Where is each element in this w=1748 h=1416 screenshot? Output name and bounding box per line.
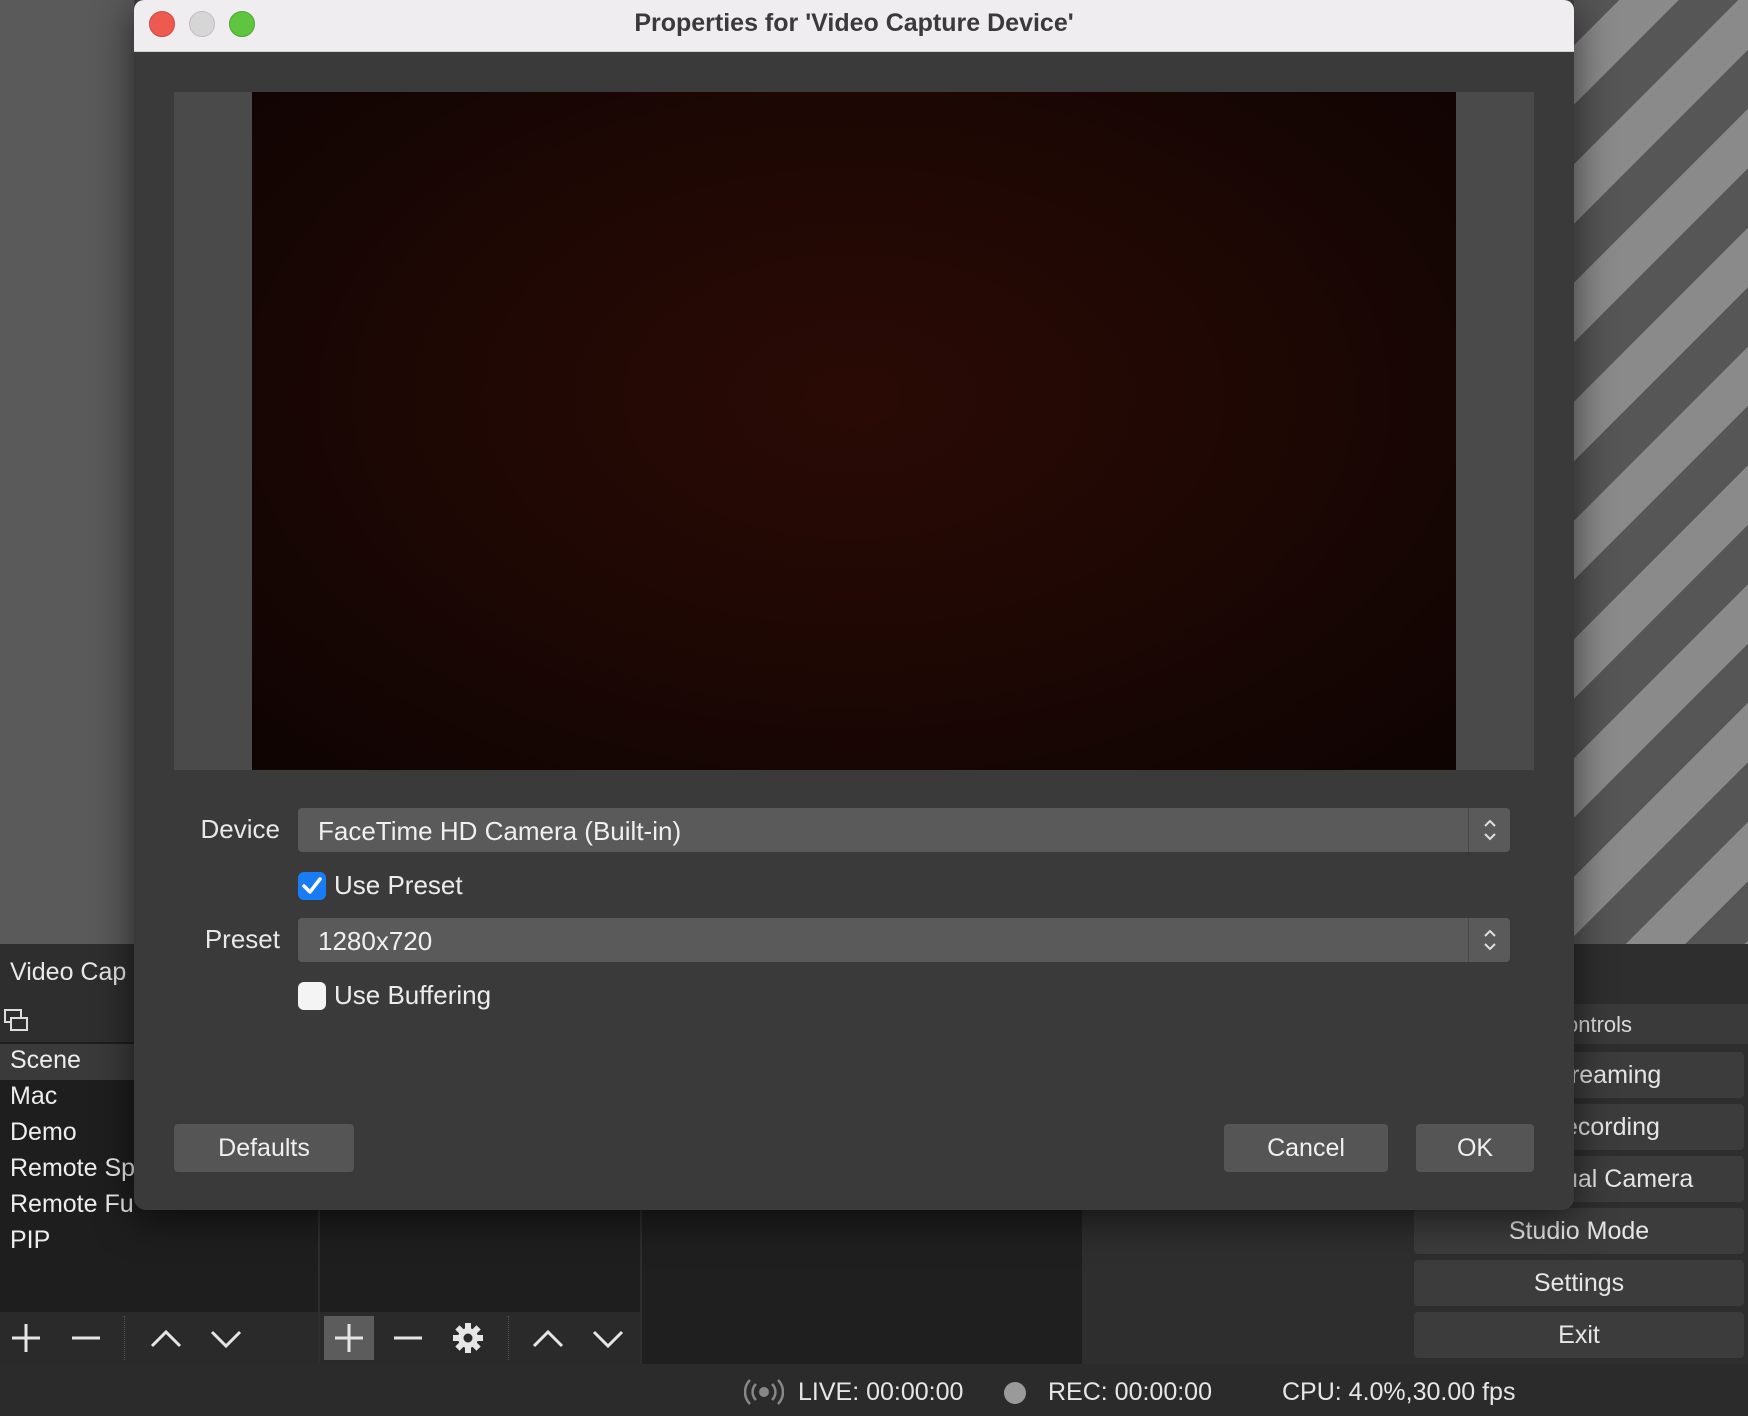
scene-item[interactable]: PIP (10, 1226, 50, 1255)
scene-item[interactable]: Demo (10, 1118, 77, 1147)
use-preset-label[interactable]: Use Preset (334, 870, 463, 901)
source-down-button[interactable] (584, 1316, 632, 1360)
rec-timer: REC: 00:00:00 (1048, 1378, 1212, 1406)
record-dot-icon (1004, 1382, 1026, 1404)
chevron-down-icon (210, 1330, 242, 1349)
minus-icon (72, 1336, 100, 1340)
studio-mode-button[interactable]: Studio Mode (1414, 1208, 1744, 1254)
remove-source-button[interactable] (384, 1316, 432, 1360)
add-scene-button[interactable] (2, 1316, 50, 1360)
source-up-button[interactable] (524, 1316, 572, 1360)
chevron-up-icon (532, 1329, 564, 1348)
source-properties-button[interactable] (444, 1316, 492, 1360)
minus-icon (394, 1336, 422, 1340)
preview-stripes (1560, 0, 1748, 944)
toolbar-separator (508, 1316, 509, 1360)
plus-icon (335, 1324, 363, 1352)
scene-up-button[interactable] (142, 1316, 190, 1360)
preset-select[interactable]: 1280x720 (298, 918, 1510, 962)
device-label: Device (200, 814, 280, 844)
cpu-stats: CPU: 4.0%,30.00 fps (1282, 1378, 1516, 1406)
scene-item[interactable]: Remote Fu (10, 1190, 134, 1219)
scene-down-button[interactable] (202, 1316, 250, 1360)
camera-preview (252, 92, 1456, 770)
chevron-up-icon (150, 1329, 182, 1348)
remove-scene-button[interactable] (62, 1316, 110, 1360)
preset-label: Preset (204, 924, 280, 954)
exit-button[interactable]: Exit (1414, 1312, 1744, 1358)
defaults-button[interactable]: Defaults (174, 1124, 354, 1172)
add-source-button[interactable] (324, 1316, 374, 1360)
chevron-down-icon (592, 1330, 624, 1349)
undock-icon[interactable] (4, 1008, 30, 1034)
gear-icon (453, 1323, 483, 1353)
cancel-button[interactable]: Cancel (1224, 1124, 1388, 1172)
source-title: Video Cap (10, 958, 127, 986)
use-buffering-label[interactable]: Use Buffering (334, 980, 491, 1011)
controls-title: ontrols (1566, 1012, 1633, 1037)
updown-chevron-icon (1468, 808, 1510, 852)
use-buffering-checkbox[interactable] (298, 982, 326, 1010)
device-value: FaceTime HD Camera (Built-in) (318, 816, 682, 846)
toolbar-separator (124, 1316, 125, 1360)
use-preset-checkbox[interactable] (298, 872, 326, 900)
preset-value: 1280x720 (318, 926, 433, 956)
scene-item[interactable]: Remote Sp (10, 1154, 135, 1183)
settings-button[interactable]: Settings (1414, 1260, 1744, 1306)
scene-item[interactable]: Mac (10, 1082, 57, 1111)
device-select[interactable]: FaceTime HD Camera (Built-in) (298, 808, 1510, 852)
live-broadcast-icon (743, 1378, 785, 1411)
scene-item[interactable]: Scene (10, 1046, 81, 1075)
ok-button[interactable]: OK (1416, 1124, 1534, 1172)
live-timer: LIVE: 00:00:00 (798, 1378, 964, 1406)
dialog-title: Properties for 'Video Capture Device' (634, 9, 1074, 37)
checkmark-icon (302, 877, 322, 894)
plus-icon (12, 1324, 40, 1352)
updown-chevron-icon (1468, 918, 1510, 962)
